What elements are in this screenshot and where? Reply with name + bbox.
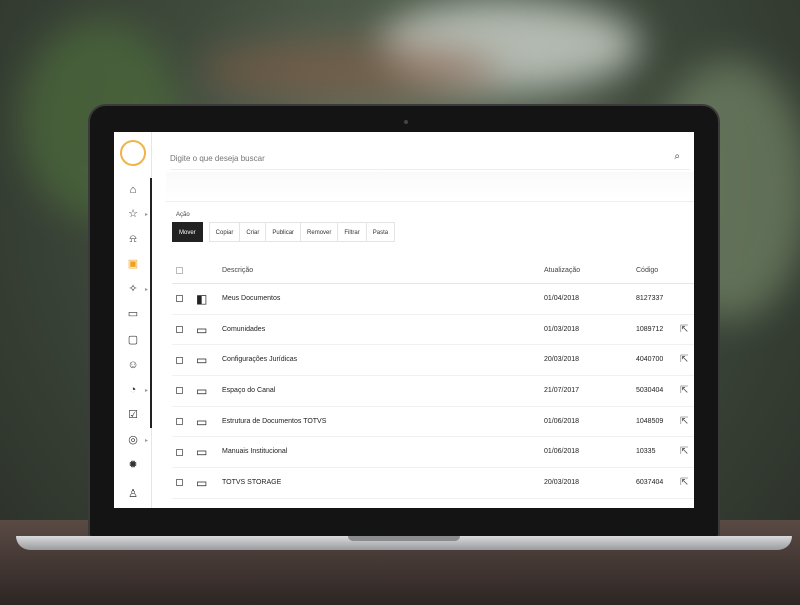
laptop-base [16,536,792,550]
row-description[interactable]: Meus Documentos [222,295,280,302]
search-input[interactable] [170,150,650,166]
action-chips: Mover Copiar Criar Publicar Remover Filtrar Pa… [172,222,396,242]
folder-icon: ▭ [196,475,208,490]
row-code: 10335 [636,448,656,456]
folder-icon: ▭ [196,445,208,460]
background-wall [200,40,500,100]
table-row[interactable]: ▭ Configurações Jurídicas 20/03/2018 404070… [172,345,694,377]
camera [404,120,408,124]
row-date: 01/03/2018 [544,325,580,333]
chip-pasta[interactable]: Pasta [365,222,396,242]
share-icon[interactable]: ⇱ [680,385,688,396]
chevron-right-icon[interactable]: ▸ [145,437,148,444]
share-icon[interactable]: ⇱ [680,324,688,335]
chip-remover[interactable]: Remover [300,222,339,242]
header-code[interactable]: Código [636,267,658,274]
search-icon[interactable]: ⌕ [674,151,680,162]
document-icon: ◧ [196,291,208,306]
folder-icon: ▭ [196,383,208,398]
row-code: 5030404 [636,386,664,394]
documents-table: Descrição Atualização Código ◧ Meus Docum… [172,258,694,499]
share-icon[interactable]: ⇱ [680,416,688,427]
laptop-lid: ⌂ ☆ ▸ ⍾ ▣ ✧ ▸ ▭ ▢ ☺ ◔ ▸ ☑ ◎ ▸ ✹ ♙ ⌕ Ação MoverCopiarCria… [88,104,720,538]
chip-copiar[interactable]: Copiar [208,222,241,242]
chip-criar[interactable]: Criar [239,222,267,242]
shield-icon[interactable]: ◔ [127,384,139,396]
row-description[interactable]: Comunidades [222,326,265,333]
folder-icon: ▭ [196,414,208,429]
row-checkbox[interactable] [176,356,183,364]
documents-icon[interactable]: ▣ [127,258,139,270]
chevron-right-icon[interactable]: ▸ [145,286,148,293]
users-icon[interactable]: ☺ [127,359,139,371]
header-description[interactable]: Descrição [222,267,253,274]
row-date: 20/03/2018 [544,356,580,364]
dashboard-icon[interactable]: ⌂ [127,184,139,196]
row-checkbox[interactable] [176,326,183,334]
header-updated[interactable]: Atualização [544,267,580,274]
row-description[interactable]: Espaço do Canal [222,387,275,394]
chevron-right-icon[interactable]: ▸ [145,211,148,218]
table-row[interactable]: ▭ TOTVS STORAGE 20/03/2018 6037404 ⇱ [172,468,694,499]
row-code: 6037404 [636,478,664,486]
row-code: 1048509 [636,417,664,425]
compass-icon[interactable]: ◎ [127,434,139,446]
row-description[interactable]: Estrutura de Documentos TOTVS [222,418,326,425]
table-row[interactable]: ▭ Espaço do Canal 21/07/2017 5030404 ⇱ [172,376,694,407]
header-divider [166,172,694,202]
profile-icon[interactable]: ♙ [127,488,139,500]
chat-icon[interactable]: ▢ [127,334,139,346]
filter-label: Ação [176,212,190,218]
activity-icon[interactable]: ✧ [127,283,139,295]
share-icon[interactable]: ⇱ [680,446,688,457]
row-checkbox[interactable] [176,448,183,456]
table-row[interactable]: ▭ Manuais Institucional 01/06/2018 10335 ⇱ [172,437,694,469]
table-row[interactable]: ◧ Meus Documentos 01/04/2018 8127337 [172,284,694,315]
row-code: 8127337 [636,294,664,302]
star-icon[interactable]: ☆ [127,208,139,220]
chip-mover[interactable]: Mover [172,222,203,242]
table-row[interactable]: ▭ Estrutura de Documentos TOTVS 01/06/2018… [172,407,694,438]
row-code: 4040700 [636,356,664,364]
search-bar: ⌕ [170,146,690,170]
sidebar-scrollbar[interactable] [150,178,152,428]
row-checkbox[interactable] [176,418,183,426]
monitor-icon[interactable]: ▭ [127,308,139,320]
row-code: 1089712 [636,325,664,333]
laptop-notch [348,536,460,541]
row-date: 20/03/2018 [544,478,580,486]
folder-icon: ▭ [196,322,208,337]
row-date: 01/04/2018 [544,294,580,302]
row-checkbox[interactable] [176,295,183,303]
flame-icon[interactable]: ✹ [127,459,139,471]
table-header: Descrição Atualização Código [172,258,694,284]
row-date: 01/06/2018 [544,417,580,425]
laptop-screen: ⌂ ☆ ▸ ⍾ ▣ ✧ ▸ ▭ ▢ ☺ ◔ ▸ ☑ ◎ ▸ ✹ ♙ ⌕ Ação MoverCopiarCria… [114,132,694,508]
tasks-icon[interactable]: ☑ [127,409,139,421]
row-date: 01/06/2018 [544,448,580,456]
chip-publicar[interactable]: Publicar [265,222,302,242]
sidebar: ⌂ ☆ ▸ ⍾ ▣ ✧ ▸ ▭ ▢ ☺ ◔ ▸ ☑ ◎ ▸ ✹ ♙ [114,132,152,508]
row-date: 21/07/2017 [544,386,580,394]
folder-icon: ▭ [196,353,208,368]
row-checkbox[interactable] [176,387,183,395]
row-description[interactable]: TOTVS STORAGE [222,479,281,486]
chip-filtrar[interactable]: Filtrar [337,222,367,242]
share-icon[interactable]: ⇱ [680,354,688,365]
row-description[interactable]: Manuais Institucional [222,448,287,455]
logo[interactable] [120,140,146,166]
bell-icon[interactable]: ⍾ [127,233,139,245]
share-icon[interactable]: ⇱ [680,477,688,488]
row-description[interactable]: Configurações Jurídicas [222,356,297,363]
chevron-right-icon[interactable]: ▸ [145,387,148,394]
select-all-checkbox[interactable] [176,267,183,274]
row-checkbox[interactable] [176,479,183,487]
table-row[interactable]: ▭ Comunidades 01/03/2018 1089712 ⇱ [172,315,694,346]
